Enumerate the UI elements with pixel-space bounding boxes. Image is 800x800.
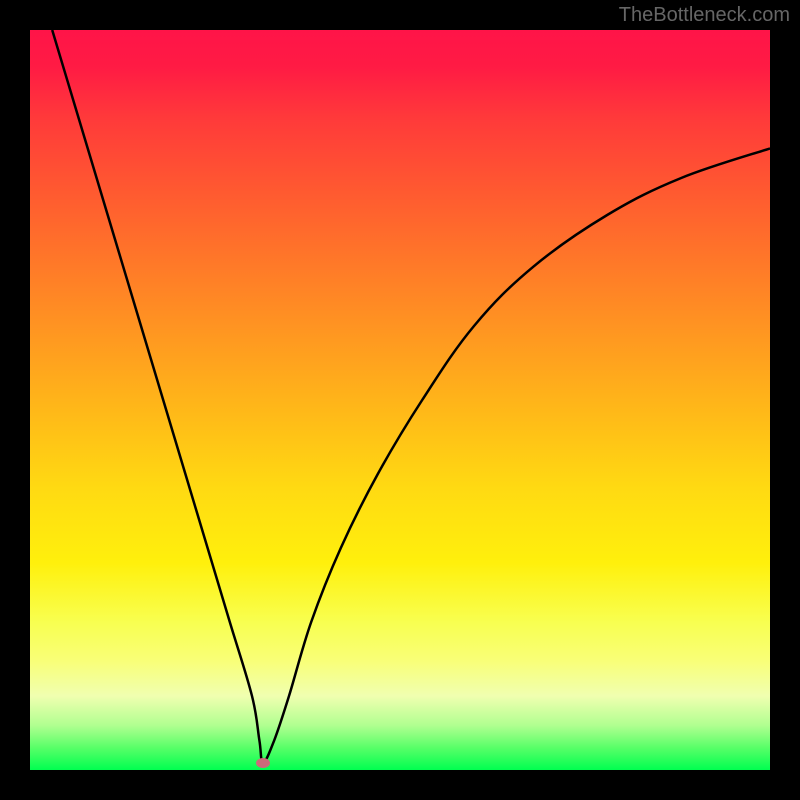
bottleneck-curve bbox=[52, 30, 770, 763]
curve-svg bbox=[30, 30, 770, 770]
chart-container: TheBottleneck.com bbox=[0, 0, 800, 800]
plot-area bbox=[30, 30, 770, 770]
watermark-text: TheBottleneck.com bbox=[619, 4, 790, 27]
min-marker bbox=[256, 758, 270, 768]
